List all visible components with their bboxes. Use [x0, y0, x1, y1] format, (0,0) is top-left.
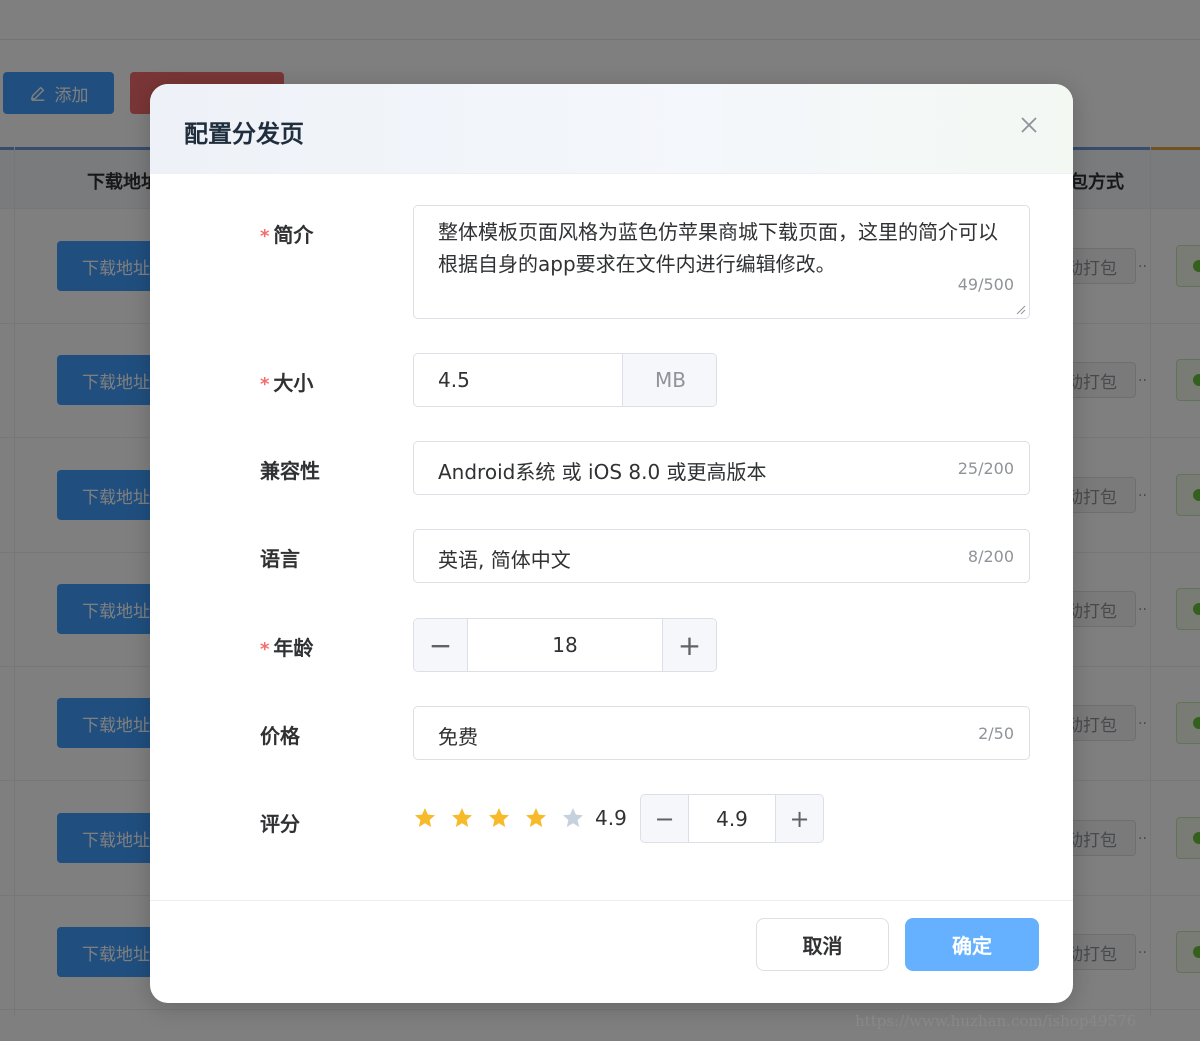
price-count: 2/50 — [978, 724, 1014, 743]
required-star: * — [260, 226, 270, 247]
watermark: https://www.huzhan.com/ishop49576 — [855, 1012, 1137, 1030]
price-value: 免费 — [438, 725, 478, 749]
required-star: * — [260, 639, 270, 660]
star-icon[interactable] — [450, 806, 474, 830]
age-stepper: − 18 + — [413, 618, 717, 672]
rating-label: 评分 — [260, 812, 300, 836]
age-label: * 年龄 — [260, 632, 313, 661]
dialog-title: 配置分发页 — [184, 120, 304, 148]
compat-count: 25/200 — [957, 459, 1014, 478]
intro-textarea[interactable]: 整体模板页面风格为蓝色仿苹果商城下载页面，这里的简介可以根据自身的app要求在文… — [413, 205, 1030, 319]
rating-stepper: − 4.9 + — [640, 794, 824, 843]
size-label-text: 大小 — [273, 371, 314, 395]
rating-decrease-button[interactable]: − — [641, 795, 689, 842]
resize-handle-icon[interactable] — [1016, 305, 1026, 315]
intro-text: 整体模板页面风格为蓝色仿苹果商城下载页面，这里的简介可以根据自身的app要求在文… — [438, 220, 998, 276]
star-icon[interactable] — [561, 806, 585, 830]
intro-label: * 简介 — [260, 219, 313, 248]
confirm-button[interactable]: 确定 — [905, 918, 1039, 971]
age-label-text: 年龄 — [273, 636, 314, 660]
size-input[interactable]: 4.5 — [414, 354, 622, 406]
price-input[interactable]: 免费 2/50 — [413, 706, 1030, 760]
rating-text: 4.9 — [595, 806, 627, 830]
price-label: 价格 — [260, 724, 300, 748]
rating-value[interactable]: 4.9 — [689, 795, 775, 842]
language-value: 英语, 简体中文 — [438, 548, 571, 572]
close-icon[interactable] — [1016, 112, 1042, 138]
intro-count: 49/500 — [957, 275, 1014, 294]
language-label: 语言 — [260, 547, 300, 571]
compat-input[interactable]: Android系统 或 iOS 8.0 或更高版本 25/200 — [413, 441, 1030, 495]
size-unit: MB — [622, 354, 716, 406]
language-input[interactable]: 英语, 简体中文 8/200 — [413, 529, 1030, 583]
star-icon[interactable] — [487, 806, 511, 830]
cancel-button[interactable]: 取消 — [756, 918, 889, 971]
compat-value: Android系统 或 iOS 8.0 或更高版本 — [438, 460, 767, 484]
language-count: 8/200 — [967, 547, 1014, 566]
compat-label: 兼容性 — [260, 459, 320, 483]
required-star: * — [260, 374, 270, 395]
age-value[interactable]: 18 — [468, 619, 662, 671]
footer-divider — [150, 900, 1073, 901]
star-icon[interactable] — [524, 806, 548, 830]
size-label: * 大小 — [260, 367, 313, 396]
age-increase-button[interactable]: + — [662, 619, 716, 671]
config-dialog: 配置分发页 * 简介 整体模板页面风格为蓝色仿苹果商城下载页面，这里的简介可以根据… — [150, 84, 1073, 1003]
intro-label-text: 简介 — [273, 223, 314, 247]
size-input-group: 4.5 MB — [413, 353, 717, 407]
age-decrease-button[interactable]: − — [414, 619, 468, 671]
rating-increase-button[interactable]: + — [775, 795, 823, 842]
dialog-header: 配置分发页 — [150, 84, 1073, 174]
rating-stars[interactable] — [413, 803, 598, 833]
star-icon[interactable] — [413, 806, 437, 830]
